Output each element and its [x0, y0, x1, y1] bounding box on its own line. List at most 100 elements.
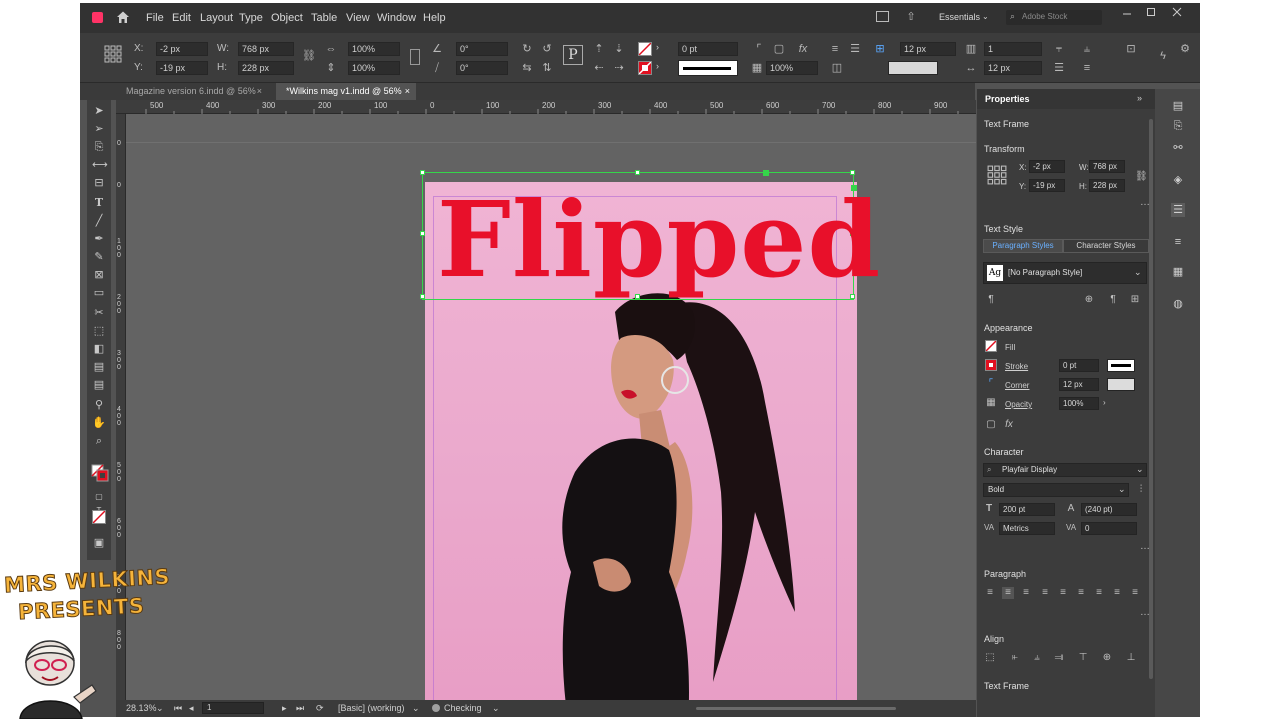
- flip-horizontal-icon[interactable]: ⇆: [520, 61, 534, 75]
- menu-view[interactable]: View: [346, 12, 370, 24]
- align-top-edges-icon[interactable]: ⊤: [1077, 652, 1089, 664]
- last-page-icon[interactable]: ⏭: [296, 703, 304, 714]
- next-page-icon[interactable]: ▸: [282, 703, 287, 714]
- opacity-field[interactable]: 100%: [766, 61, 818, 75]
- align-toward-spine-icon[interactable]: ≡: [1111, 587, 1123, 599]
- justify-center-icon[interactable]: ≡: [1057, 587, 1069, 599]
- align-to-selection-icon[interactable]: ⬚: [984, 652, 996, 664]
- justify-left-icon[interactable]: ≡: [1039, 587, 1051, 599]
- menu-edit[interactable]: Edit: [172, 12, 191, 24]
- chevron-down-icon[interactable]: ⌄: [412, 703, 420, 714]
- rotate-ccw-icon[interactable]: ↺: [540, 42, 554, 56]
- h-field[interactable]: 228 px: [238, 61, 294, 75]
- effects-fx-icon[interactable]: fx: [1003, 419, 1015, 431]
- align-center-icon[interactable]: ☰: [848, 42, 862, 56]
- close-window-icon[interactable]: [1172, 7, 1182, 17]
- add-style-icon[interactable]: ⊞: [1129, 294, 1141, 306]
- corner-radius-field[interactable]: 12 px: [1059, 378, 1099, 391]
- tab-magazine-v6[interactable]: Magazine version 6.indd @ 56% ×: [116, 83, 268, 100]
- menu-window[interactable]: Window: [377, 12, 416, 24]
- minimize-icon[interactable]: [1122, 8, 1132, 18]
- frame-handle[interactable]: [420, 294, 425, 299]
- shear-field[interactable]: 0°: [456, 61, 508, 75]
- flip-vertical-icon[interactable]: ⇅: [540, 61, 554, 75]
- gradient-swatch-tool-icon[interactable]: ◧: [92, 342, 106, 356]
- text-align-left-icon[interactable]: ☰: [1052, 61, 1066, 75]
- settings-gear-icon[interactable]: ⚙: [1178, 42, 1192, 56]
- leading-field[interactable]: (240 pt): [1081, 503, 1137, 516]
- menu-table[interactable]: Table: [311, 12, 337, 24]
- scale-y-field[interactable]: 100%: [348, 61, 400, 75]
- direct-selection-tool-icon[interactable]: ➢: [92, 122, 106, 136]
- align-center-icon[interactable]: ≡: [1002, 587, 1014, 599]
- stroke-dropdown-icon[interactable]: ›: [656, 61, 659, 71]
- stroke-weight-field[interactable]: 0 pt: [1059, 359, 1099, 372]
- stroke-type-dropdown[interactable]: [1107, 359, 1135, 372]
- cover-photo[interactable]: [425, 282, 857, 704]
- gap-tool-icon[interactable]: ⟷: [92, 158, 108, 172]
- properties-panel-icon[interactable]: ▤: [1171, 99, 1185, 113]
- align-right-icon[interactable]: ≡: [1020, 587, 1032, 599]
- type-tool-icon[interactable]: T: [92, 196, 106, 210]
- chevron-down-icon[interactable]: ⌄: [492, 703, 500, 714]
- new-style-from-selection-icon[interactable]: ⊕: [1083, 294, 1095, 306]
- clear-overrides-icon[interactable]: ¶: [985, 294, 997, 306]
- frame-fitting-icon[interactable]: ▢: [772, 42, 786, 56]
- reference-point-icon[interactable]: [987, 165, 1007, 185]
- selection-tool-icon[interactable]: ➤: [92, 104, 106, 118]
- align-left-edges-icon[interactable]: ⫦: [1009, 652, 1021, 664]
- close-tab-icon[interactable]: ×: [257, 83, 262, 100]
- opacity-label[interactable]: Opacity: [1005, 400, 1032, 409]
- share-icon[interactable]: ⇧: [904, 10, 918, 24]
- stock-search[interactable]: ⌕ Adobe Stock: [1006, 10, 1102, 25]
- rotate-cw-icon[interactable]: ↻: [520, 42, 534, 56]
- text-align-bottom-icon[interactable]: ⫨: [1080, 42, 1094, 56]
- apply-none-icon[interactable]: [92, 510, 106, 524]
- stroke-panel-icon[interactable]: ≡: [1171, 235, 1185, 249]
- zoom-tool-icon[interactable]: ⌕: [92, 434, 106, 448]
- justify-all-icon[interactable]: ≡: [1093, 587, 1105, 599]
- text-align-top-icon[interactable]: ⫧: [1052, 42, 1066, 56]
- rotate-field[interactable]: 0°: [456, 42, 508, 56]
- formatting-container-icon[interactable]: ▢ T: [92, 490, 106, 515]
- constrain-proportions-icon[interactable]: ⛓: [302, 49, 316, 63]
- preflight-profile[interactable]: [Basic] (working): [338, 703, 405, 713]
- collapse-panel-icon[interactable]: »: [1137, 93, 1142, 103]
- frame-handle[interactable]: [635, 170, 640, 175]
- stroke-weight-field[interactable]: 0 pt: [678, 42, 738, 56]
- stroke-label[interactable]: Stroke: [1005, 362, 1028, 371]
- tab-wilkins-mag-v1[interactable]: *Wilkins mag v1.indd @ 56% ×: [276, 83, 416, 100]
- scale-x-field[interactable]: 100%: [348, 42, 400, 56]
- page-number-field[interactable]: 1: [202, 702, 264, 714]
- adjustments-panel-icon[interactable]: ☰: [1171, 203, 1185, 217]
- menu-type[interactable]: Type: [239, 12, 263, 24]
- link-scale-icon[interactable]: [410, 49, 420, 65]
- align-bottom-edges-icon[interactable]: ⊥: [1125, 652, 1137, 664]
- font-options-icon[interactable]: ⫶: [1135, 484, 1147, 496]
- corner-shape-dropdown[interactable]: [1107, 378, 1135, 391]
- justify-right-icon[interactable]: ≡: [1075, 587, 1087, 599]
- rectangle-frame-tool-icon[interactable]: ⊠: [92, 268, 106, 282]
- stroke-swatch-icon[interactable]: [985, 359, 997, 371]
- page-tool-icon[interactable]: ⎘: [92, 140, 106, 154]
- y-field[interactable]: -19 px: [156, 61, 208, 75]
- content-collector-icon[interactable]: ⊟: [92, 176, 106, 190]
- menu-file[interactable]: File: [146, 12, 164, 24]
- horizontal-scrollbar[interactable]: [696, 707, 896, 710]
- note-tool-icon[interactable]: ▤: [92, 378, 106, 392]
- pen-tool-icon[interactable]: ✒: [92, 232, 106, 246]
- cc-libraries-panel-icon[interactable]: ◍: [1171, 297, 1185, 311]
- align-top-icon[interactable]: ≡: [828, 42, 842, 56]
- prev-page-icon[interactable]: ◂: [189, 703, 194, 714]
- y-field[interactable]: -19 px: [1029, 179, 1065, 192]
- select-previous-icon[interactable]: ⇠: [592, 61, 606, 75]
- w-field[interactable]: 768 px: [238, 42, 294, 56]
- column-width-field[interactable]: 12 px: [984, 61, 1042, 75]
- drop-shadow-icon[interactable]: ◫: [830, 61, 844, 75]
- font-style-dropdown[interactable]: Bold ⌄: [983, 483, 1129, 497]
- effects-fx-icon[interactable]: fx: [796, 42, 810, 56]
- present-icon[interactable]: [876, 11, 889, 22]
- preflight-icon[interactable]: ⟳: [316, 703, 324, 714]
- gradient-feather-tool-icon[interactable]: ▤: [92, 360, 106, 374]
- h-field[interactable]: 228 px: [1089, 179, 1125, 192]
